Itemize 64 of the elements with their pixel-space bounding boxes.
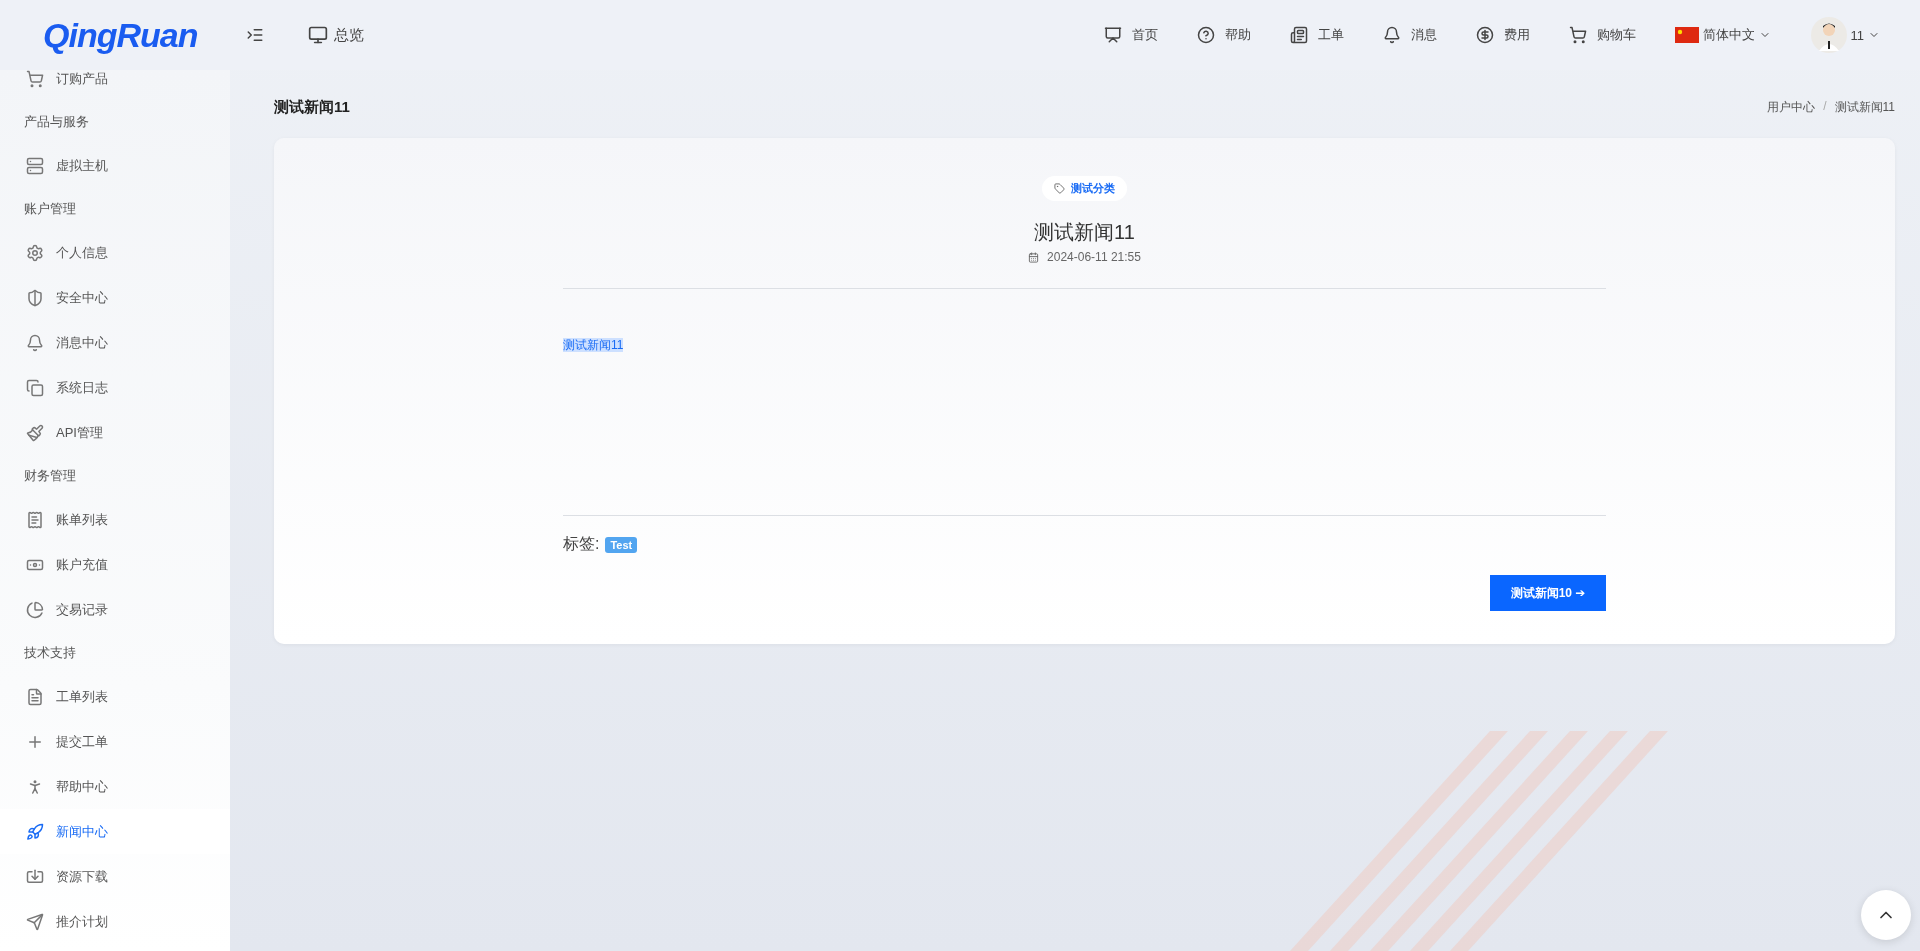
document-icon (26, 687, 44, 706)
nav-link[interactable]: 工单 (1289, 26, 1344, 44)
presentation-icon (1103, 26, 1122, 44)
sidebar-group-label: 财务管理 (23, 467, 77, 485)
breadcrumb-link[interactable]: 测试新闻11 (1834, 98, 1895, 116)
sidebar-item[interactable]: 账单列表 (0, 497, 230, 542)
sidebar-item[interactable]: 资源下载 (0, 854, 230, 899)
breadcrumb-separator: / (1823, 98, 1827, 115)
nav-link[interactable]: 消息 (1382, 26, 1437, 44)
nav-link[interactable]: 购物车 (1568, 26, 1636, 44)
sidebar-item[interactable]: 虚拟主机 (0, 143, 230, 188)
nav-link[interactable]: 费用 (1475, 26, 1530, 44)
tag-icon (1054, 183, 1065, 194)
user-menu[interactable]: 11 (1810, 17, 1880, 53)
language-selector[interactable]: 简体中文 (1674, 26, 1771, 44)
cart-icon (26, 70, 44, 88)
list-icon (1289, 26, 1308, 44)
sidebar-item[interactable]: 推介计划 (0, 899, 230, 944)
sidebar-item[interactable]: 账户充值 (0, 542, 230, 587)
calendar-icon (1028, 251, 1040, 263)
overview-link[interactable]: 总览 (308, 25, 364, 45)
sidebar-group-label: 技术支持 (23, 644, 77, 662)
sidebar-item[interactable]: 系统日志 (0, 365, 230, 410)
brush-icon (26, 423, 44, 442)
rocket-icon (26, 822, 44, 841)
sidebar-item[interactable]: 交易记录 (0, 587, 230, 632)
bell-icon (1382, 26, 1401, 44)
sidebar-item[interactable]: 工单列表 (0, 674, 230, 719)
help-icon (1196, 26, 1215, 44)
pie-chart-icon (26, 600, 44, 619)
copy-icon (26, 378, 44, 397)
receipt-icon (26, 510, 44, 529)
sidebar-item[interactable]: 安全中心 (0, 275, 230, 320)
logo[interactable]: QingRuan (0, 15, 230, 55)
sidebar-item[interactable]: 订购产品 (0, 70, 230, 101)
gear-icon (26, 243, 44, 262)
sidebar-item[interactable]: 消息中心 (0, 320, 230, 365)
article-date: 2024-06-11 21:55 (1047, 250, 1141, 264)
send-icon (26, 912, 44, 931)
dollar-icon (1475, 26, 1494, 44)
sidebar-item[interactable]: 帮助中心 (0, 764, 230, 809)
article-body: 测试新闻11 (563, 338, 624, 352)
nav-link[interactable]: 帮助 (1196, 26, 1251, 44)
sidebar-item[interactable]: API管理 (0, 410, 230, 455)
breadcrumb-link[interactable]: 用户中心 (1767, 98, 1816, 116)
sidebar-group-label: 产品与服务 (23, 113, 90, 131)
download-icon (26, 867, 44, 886)
article-title: 测试新闻11 (1034, 220, 1135, 245)
server-icon (26, 156, 44, 175)
nav-link[interactable]: 首页 (1103, 26, 1158, 44)
next-article-button[interactable]: 测试新闻10 ➔ (1490, 575, 1606, 611)
avatar-icon (1810, 17, 1847, 53)
tags-label: 标签: (563, 534, 600, 554)
monitor-icon (308, 25, 328, 45)
indent-icon[interactable] (246, 26, 264, 44)
sidebar-group-label: 账户管理 (23, 200, 77, 218)
sidebar-item[interactable]: 个人信息 (0, 230, 230, 275)
bell-icon (26, 333, 44, 352)
cart-icon (1568, 26, 1587, 44)
page-title: 测试新闻11 (274, 97, 350, 117)
shield-icon (26, 288, 44, 307)
sidebar-item[interactable]: 提交工单 (0, 719, 230, 764)
flag-icon (1674, 27, 1699, 43)
category-link[interactable]: 测试分类 (1042, 176, 1127, 201)
